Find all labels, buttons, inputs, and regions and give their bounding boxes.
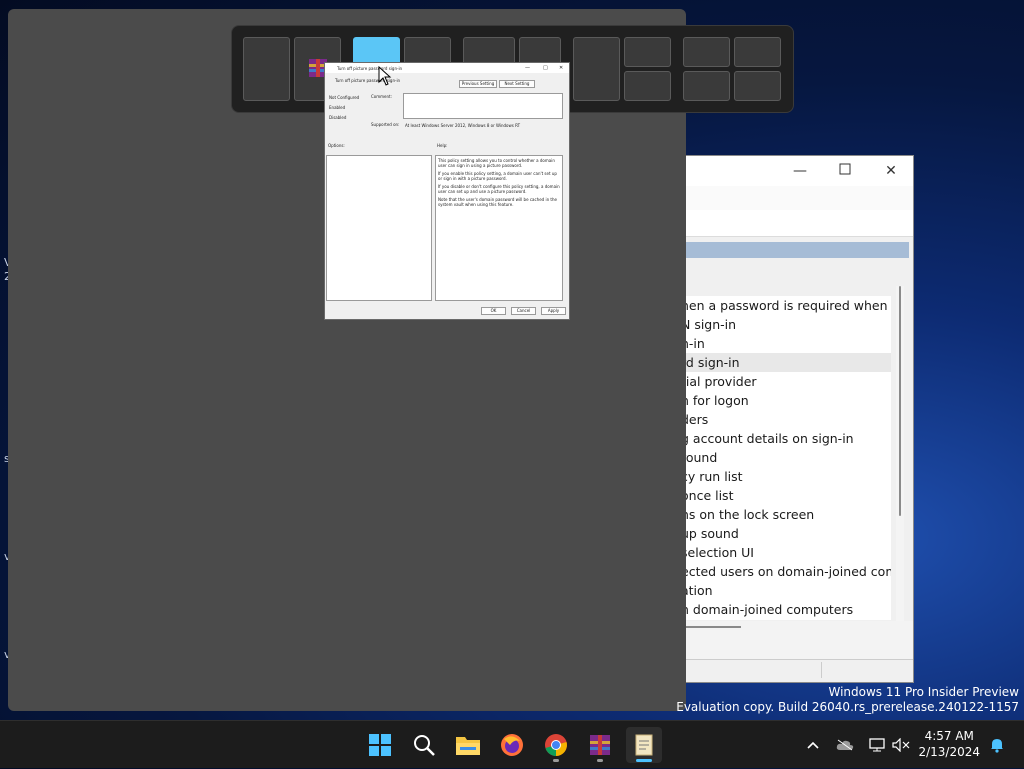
list-item[interactable]: N sign-in (681, 315, 891, 334)
group-policy-editor-window[interactable]: — ✕ hen a password is required when resu… (680, 155, 914, 683)
radio-disabled[interactable]: Disabled (329, 115, 346, 120)
snap-zone[interactable] (624, 71, 671, 101)
start-icon[interactable] (362, 727, 398, 763)
list-item[interactable]: cy run list (681, 467, 891, 486)
help-text: If you disable or don't configure this p… (438, 184, 560, 194)
clock-time: 4:57 AM (924, 729, 974, 743)
list-item[interactable]: ation (681, 581, 891, 600)
list-item[interactable]: tial provider (681, 372, 891, 391)
dialog-title: Turn off picture password sign-in (337, 66, 403, 71)
help-pane[interactable]: This policy setting allows you to contro… (435, 155, 563, 301)
previous-setting-button[interactable]: Previous Setting (459, 80, 497, 88)
snap-zone[interactable] (573, 37, 620, 101)
comment-field[interactable] (403, 93, 563, 119)
minimize-icon[interactable]: — (789, 160, 811, 182)
search-icon[interactable] (406, 727, 442, 763)
options-pane[interactable] (326, 155, 432, 301)
network-icon[interactable] (866, 721, 888, 769)
watermark-line: Evaluation copy. Build 26040.rs_prerelea… (676, 700, 1019, 714)
snap-zone[interactable] (624, 37, 671, 67)
file-explorer-icon[interactable] (450, 727, 486, 763)
toolbar (681, 186, 913, 211)
radio-not-configured[interactable]: Not Configured (329, 95, 359, 100)
supported-on-value: At least Windows Server 2012, Windows 8 … (405, 123, 521, 128)
snap-zone[interactable] (734, 37, 781, 67)
list-item[interactable]: round (681, 448, 891, 467)
active-indicator (636, 759, 652, 762)
list-item-selected[interactable]: rd sign-in (681, 353, 891, 372)
clock-date: 2/13/2024 (918, 745, 980, 759)
list-item[interactable]: up sound (681, 524, 891, 543)
list-item[interactable]: n for logon (681, 391, 891, 410)
running-indicator (553, 759, 559, 762)
status-bar (681, 659, 913, 680)
comment-label: Comment: (371, 94, 392, 99)
list-item[interactable]: n-in (681, 334, 891, 353)
firefox-icon[interactable] (494, 727, 530, 763)
horizontal-scrollbar[interactable] (681, 626, 741, 628)
running-indicator (597, 759, 603, 762)
list-item[interactable]: ns on the lock screen (681, 505, 891, 524)
column-header[interactable] (681, 242, 909, 258)
onedrive-icon[interactable] (834, 721, 856, 769)
vertical-scrollbar[interactable] (896, 286, 904, 621)
winrar-icon[interactable] (582, 727, 618, 763)
snap-zone[interactable] (734, 71, 781, 101)
help-text: Note that the user's domain password wil… (438, 197, 557, 207)
notepad-icon[interactable] (626, 727, 662, 763)
next-setting-button[interactable]: Next Setting (499, 80, 535, 88)
list-item[interactable]: n domain-joined computers (681, 600, 891, 619)
notification-bell-icon[interactable] (986, 721, 1008, 769)
minimize-icon[interactable]: — (525, 65, 530, 71)
title-bar[interactable]: — ✕ (681, 156, 913, 186)
dialog-title-bar[interactable]: Turn off picture password sign-in — □ ✕ (325, 63, 569, 73)
maximize-icon[interactable] (834, 160, 856, 182)
apply-button[interactable]: Apply (541, 307, 566, 315)
list-item[interactable]: ected users on domain-joined com... (681, 562, 891, 581)
evaluation-watermark: Windows 11 Pro Insider Preview Evaluatio… (676, 685, 1019, 715)
volume-muted-icon[interactable] (890, 721, 912, 769)
ok-button[interactable]: OK (481, 307, 506, 315)
policy-setting-dialog[interactable]: Turn off picture password sign-in — □ ✕ … (324, 62, 570, 320)
supported-on-label: Supported on: (371, 122, 400, 127)
list-item[interactable]: selection UI (681, 543, 891, 562)
watermark-line: Windows 11 Pro Insider Preview (828, 685, 1019, 699)
list-item[interactable]: ders (681, 410, 891, 429)
policy-list[interactable]: hen a password is required when resu... … (681, 296, 891, 620)
radio-enabled[interactable]: Enabled (329, 105, 345, 110)
system-clock[interactable]: 4:57 AM 2/13/2024 (918, 728, 980, 760)
close-icon[interactable]: ✕ (559, 65, 563, 71)
show-hidden-icons-chevron-icon[interactable] (802, 721, 824, 769)
status-divider (821, 662, 822, 678)
snap-zone[interactable] (243, 37, 290, 101)
menu-area (681, 210, 913, 237)
maximize-icon[interactable]: □ (543, 65, 548, 71)
help-label: Help: (437, 143, 448, 148)
help-text: This policy setting allows you to contro… (438, 158, 555, 168)
snap-zone[interactable] (683, 71, 730, 101)
help-text: If you enable this policy setting, a dom… (438, 171, 557, 181)
cancel-button[interactable]: Cancel (511, 307, 536, 315)
close-icon[interactable]: ✕ (880, 160, 902, 182)
mouse-cursor-icon (378, 65, 392, 90)
list-item[interactable]: hen a password is required when resu... (681, 296, 891, 315)
snap-zone[interactable] (683, 37, 730, 67)
list-item[interactable]: g account details on sign-in (681, 429, 891, 448)
chrome-icon[interactable] (538, 727, 574, 763)
list-item[interactable]: once list (681, 486, 891, 505)
scrollbar-thumb[interactable] (899, 286, 901, 516)
taskbar: 4:57 AM 2/13/2024 (0, 720, 1024, 768)
options-label: Options: (328, 143, 345, 148)
